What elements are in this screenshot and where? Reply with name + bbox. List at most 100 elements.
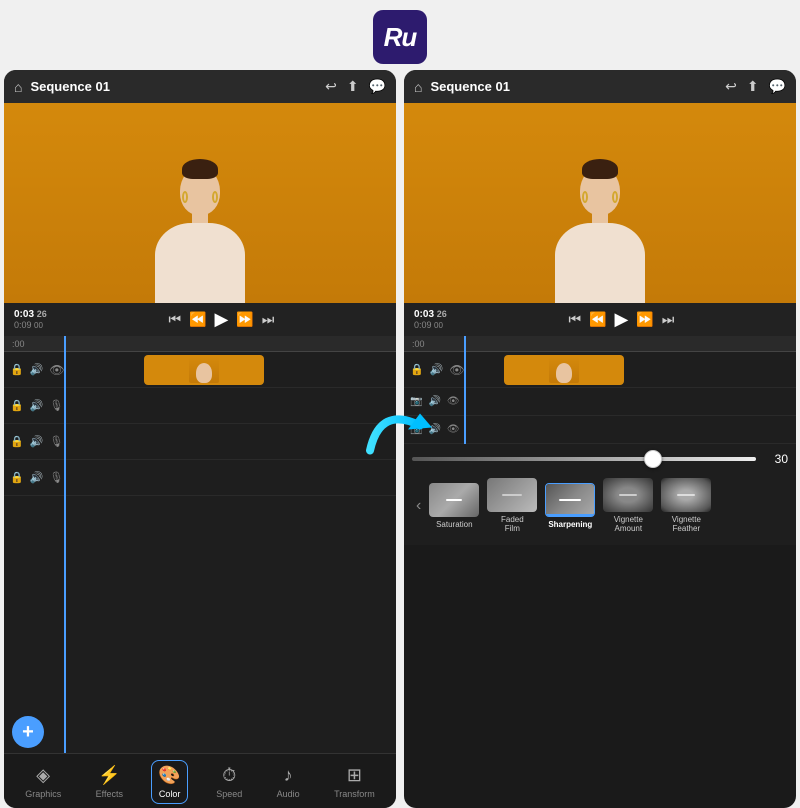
mic-icon-a2-left[interactable]: 🎙	[49, 435, 63, 448]
cam-icon-v3: 📷	[410, 424, 422, 435]
vol-icon-v1-left[interactable]: 🔊	[30, 363, 44, 376]
right-clip-thumb	[549, 357, 579, 383]
sharpening-slider-track[interactable]	[412, 457, 756, 461]
play-button-right[interactable]: ▶	[614, 309, 628, 330]
panels-row: ⌂ Sequence 01 ↩ ⬆ 💬	[0, 70, 800, 808]
left-timeline-area: :00 🔒 🔊 👁	[4, 336, 396, 753]
left-track-audio2-controls: 🔒 🔊 🎙	[4, 435, 94, 448]
adobe-ru-logo: Ru	[373, 10, 427, 64]
right-track-v2-controls: 📷 🔊 👁	[404, 396, 484, 407]
left-panel-header: ⌂ Sequence 01 ↩ ⬆ 💬	[4, 70, 396, 103]
left-playhead	[64, 336, 66, 753]
eye-icon-v1-left[interactable]: 👁	[49, 363, 64, 377]
share-icon-left[interactable]: ⬆	[347, 78, 359, 95]
right-panel-header: ⌂ Sequence 01 ↩ ⬆ 💬	[404, 70, 796, 103]
vol-icon-a2-left[interactable]: 🔊	[30, 435, 44, 448]
right-time-total: 0:09 00	[414, 320, 447, 330]
eye-icon-v2: 👁	[447, 396, 460, 407]
undo-icon-right[interactable]: ↩	[725, 78, 737, 95]
sharpening-slider-thumb[interactable]	[644, 450, 662, 468]
right-track-video: 🔒 🔊 👁	[404, 352, 796, 388]
skip-back-button-left[interactable]: ⏮	[168, 311, 181, 328]
effect-thumb-saturation	[429, 483, 479, 517]
left-header-icons: ↩ ⬆ 💬	[325, 78, 386, 95]
lock-icon-v1-left[interactable]: 🔒	[10, 363, 24, 376]
play-button-left[interactable]: ▶	[214, 309, 228, 330]
effect-item-faded-film[interactable]: Faded Film	[485, 478, 539, 533]
right-sequence-title: Sequence 01	[430, 79, 717, 94]
logo-area: Ru	[0, 0, 800, 70]
step-forward-button-left[interactable]: ⏩	[236, 311, 253, 328]
home-icon-right[interactable]: ⌂	[414, 79, 422, 95]
rewind-button-left[interactable]: ⏪	[189, 311, 206, 328]
left-time-current: 0:03 26	[14, 309, 47, 320]
lock-icon-v1-right[interactable]: 🔒	[410, 363, 424, 376]
skip-back-button-right[interactable]: ⏮	[568, 311, 581, 328]
logo-text: Ru	[384, 22, 417, 53]
vignette-amount-label: Vignette Amount	[614, 515, 643, 533]
lock-icon-a1-left[interactable]: 🔒	[10, 399, 24, 412]
person-hair-right	[582, 159, 618, 179]
lock-icon-a3-left[interactable]: 🔒	[10, 471, 24, 484]
effect-item-vignette-feather[interactable]: Vignette Feather	[659, 478, 713, 533]
mic-icon-a3-left[interactable]: 🎙	[49, 471, 63, 484]
vignette-feather-label: Vignette Feather	[672, 515, 701, 533]
toolbar-item-audio[interactable]: ♪ Audio	[271, 761, 306, 803]
earring-right-left	[212, 191, 218, 203]
toolbar-item-color[interactable]: 🎨 Color	[151, 760, 187, 804]
left-playback-controls: ⏮ ⏪ ▶ ⏩ ⏭	[57, 309, 386, 330]
fab-button-left[interactable]: +	[12, 716, 44, 748]
toolbar-item-speed[interactable]: ⏱ Speed	[210, 761, 248, 803]
effect-active-bar	[546, 514, 594, 516]
effect-thumb-faded-film	[487, 478, 537, 512]
left-track-audio2-timeline	[94, 424, 396, 459]
left-video-clip[interactable]	[144, 355, 264, 385]
left-track-audio1-timeline	[94, 388, 396, 423]
effect-thumb-vignette-amount	[603, 478, 653, 512]
left-playback-section: 0:03 26 0:09 00 ⏮ ⏪ ▶ ⏩ ⏭	[4, 303, 396, 336]
right-track-v3-controls: 📷 🔊 👁	[404, 424, 484, 435]
effects-label: Effects	[96, 789, 123, 799]
vol-icon-a3-left[interactable]: 🔊	[30, 471, 44, 484]
rewind-button-right[interactable]: ⏪	[589, 311, 606, 328]
earring-left-left	[182, 191, 188, 203]
saturation-label: Saturation	[436, 520, 472, 529]
toolbar-item-graphics[interactable]: ◈ Graphics	[19, 761, 67, 803]
share-icon-right[interactable]: ⬆	[747, 78, 759, 95]
right-video-clip[interactable]	[504, 355, 624, 385]
effect-item-saturation[interactable]: Saturation	[427, 483, 481, 529]
home-icon-left[interactable]: ⌂	[14, 79, 22, 95]
color-icon: 🎨	[158, 765, 180, 786]
vol-icon-v1-right[interactable]: 🔊	[430, 363, 444, 376]
right-track-v2-timeline	[484, 388, 796, 415]
right-timeline-area: :00 🔒 🔊 👁	[404, 336, 796, 444]
vol-icon-a1-left[interactable]: 🔊	[30, 399, 44, 412]
person-head-left	[180, 167, 220, 215]
chevron-left-icon[interactable]: ‹	[412, 493, 425, 519]
eye-icon-v1-right[interactable]: 👁	[449, 363, 464, 377]
skip-forward-button-left[interactable]: ⏭	[262, 311, 275, 328]
effects-row: Saturation Faded Film	[427, 474, 713, 537]
person-figure-right	[555, 167, 645, 303]
right-ruler-marker: :00	[412, 339, 425, 349]
color-label: Color	[159, 789, 181, 799]
left-video-preview	[4, 103, 396, 303]
mic-icon-a1-left[interactable]: 🎙	[49, 399, 63, 412]
lock-icon-a2-left[interactable]: 🔒	[10, 435, 24, 448]
toolbar-item-transform[interactable]: ⊞ Transform	[328, 761, 381, 803]
right-timeline-ruler: :00	[404, 336, 796, 352]
comment-icon-left[interactable]: 💬	[369, 78, 386, 95]
person-figure-left	[155, 167, 245, 303]
toolbar-item-effects[interactable]: ⚡ Effects	[90, 761, 129, 803]
transform-icon: ⊞	[347, 765, 362, 786]
effect-item-sharpening[interactable]: Sharpening	[543, 483, 597, 529]
left-ruler-marker: :00	[12, 339, 25, 349]
effect-item-vignette-amount[interactable]: Vignette Amount	[601, 478, 655, 533]
undo-icon-left[interactable]: ↩	[325, 78, 337, 95]
comment-icon-right[interactable]: 💬	[769, 78, 786, 95]
skip-forward-button-right[interactable]: ⏭	[662, 311, 675, 328]
step-forward-button-right[interactable]: ⏩	[636, 311, 653, 328]
person-head-right	[580, 167, 620, 215]
right-time-display: 0:03 26 0:09 00	[414, 309, 447, 330]
effects-icon: ⚡	[98, 765, 120, 786]
